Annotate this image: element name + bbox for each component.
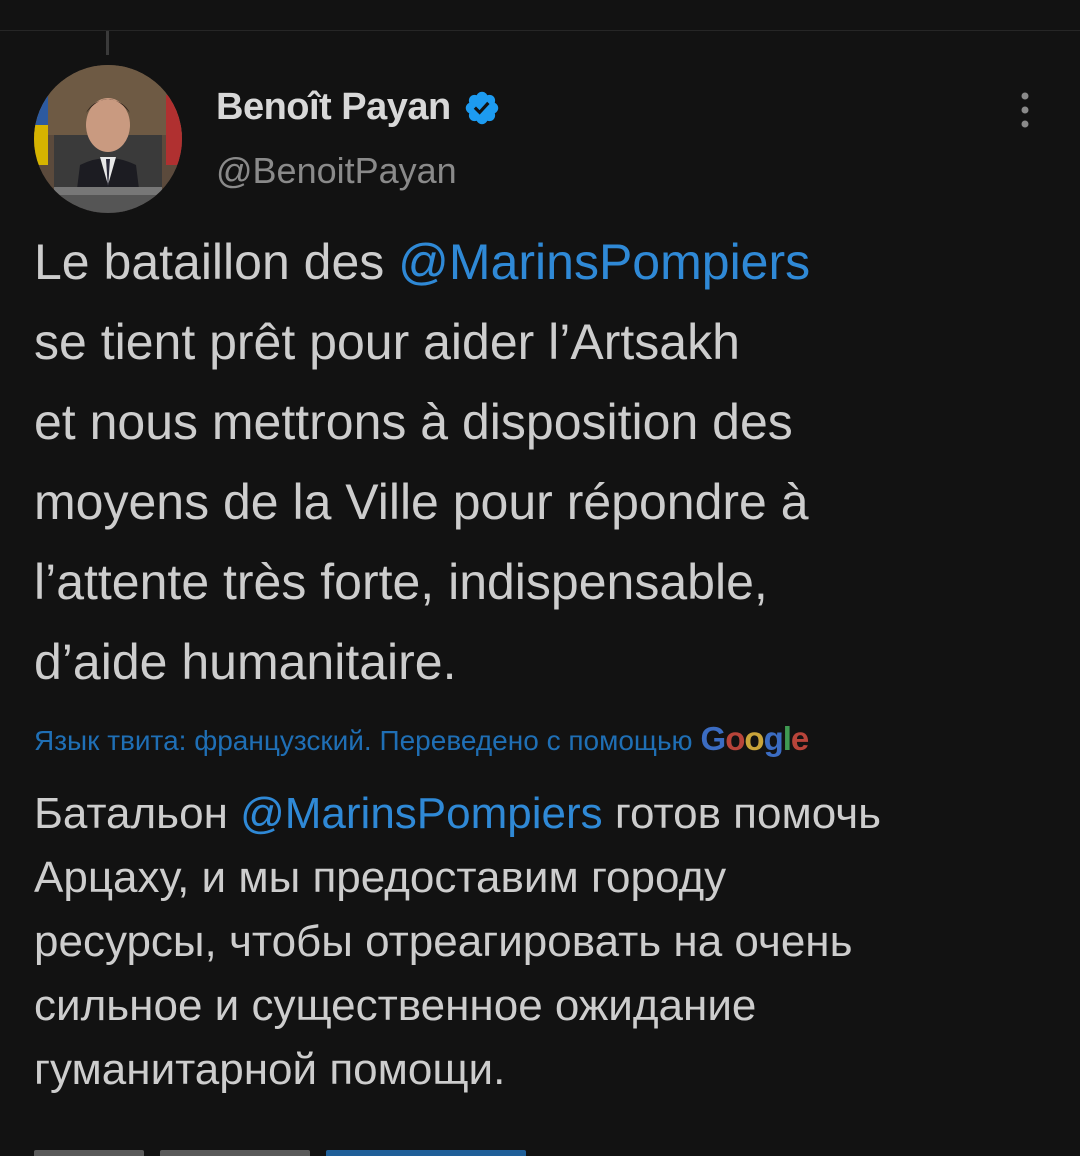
tweet-line-text: Le bataillon des — [34, 234, 399, 290]
mention-link[interactable]: @MarinsPompiers — [398, 234, 810, 290]
translated-text: Батальон @MarinsPompiers готов помочь Ар… — [34, 782, 1054, 1102]
avatar-image — [34, 65, 182, 213]
tweet-line: se tient prêt pour aider l’Artsakh — [34, 314, 740, 370]
translation-line: ресурсы, чтобы отреагировать на очень — [34, 917, 853, 966]
avatar[interactable] — [34, 65, 182, 213]
tweet-line: Le bataillon des @MarinsPompiers — [34, 222, 1054, 302]
tweet-line: moyens de la Ville pour répondre à — [34, 474, 809, 530]
translation-line-text: Батальон — [34, 789, 241, 838]
translation-line: Арцаху, и мы предоставим городу — [34, 853, 727, 902]
author-name-row[interactable]: Benoît Payan — [216, 86, 501, 129]
google-logo: Google — [700, 720, 810, 757]
thread-connector-line — [106, 31, 109, 55]
tweet-line: d’aide humanitaire. — [34, 634, 457, 690]
translation-line: Батальон @MarinsPompiers готов помочь — [34, 782, 1054, 846]
meta-fragment — [326, 1150, 526, 1156]
more-vertical-icon[interactable] — [1010, 90, 1040, 130]
translation-line: гуманитарной помощи. — [34, 1045, 506, 1094]
translation-line-text: готов помочь — [602, 789, 882, 838]
divider — [0, 30, 1080, 31]
tweet-meta-cutoff — [34, 1150, 526, 1156]
translation-attribution[interactable]: Язык твита: французский. Переведено с по… — [34, 720, 810, 758]
tweet-screen: Benoît Payan @BenoitPayan Le bataillon d… — [0, 0, 1080, 1156]
tweet-text: Le bataillon des @MarinsPompiers se tien… — [34, 222, 1054, 702]
tweet-line: l’attente très forte, indispensable, — [34, 554, 768, 610]
tweet-line: et nous mettrons à disposition des — [34, 394, 793, 450]
translation-note-text: Язык твита: французский. Переведено с по… — [34, 725, 693, 756]
translation-line: сильное и существенное ожидание — [34, 981, 757, 1030]
meta-fragment — [34, 1150, 144, 1156]
mention-link[interactable]: @MarinsPompiers — [240, 789, 603, 838]
author-display-name[interactable]: Benoît Payan — [216, 86, 451, 129]
verified-badge-icon — [465, 91, 498, 124]
meta-fragment — [160, 1150, 310, 1156]
author-handle[interactable]: @BenoitPayan — [216, 150, 457, 192]
